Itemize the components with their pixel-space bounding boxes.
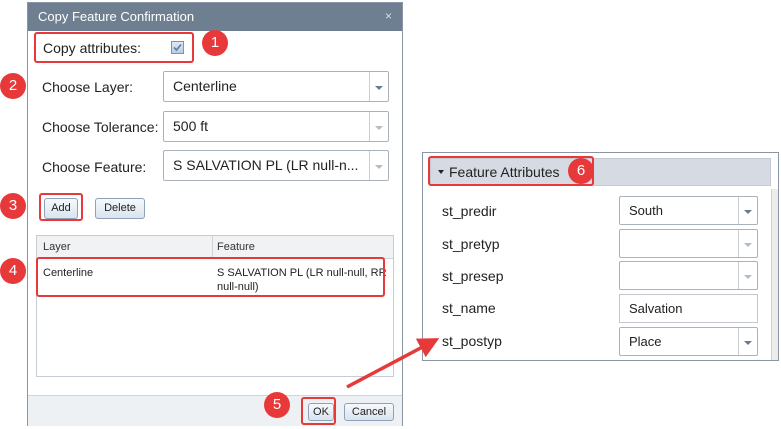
callout-badge-1: 1 xyxy=(202,30,228,56)
callout-badge-4: 4 xyxy=(0,258,26,284)
arrow-connector-icon xyxy=(346,338,440,389)
callout-badge-6: 6 xyxy=(568,158,594,184)
callout-badge-2: 2 xyxy=(0,73,26,99)
callout-badge-5: 5 xyxy=(264,392,290,418)
callout-badge-3: 3 xyxy=(0,193,26,219)
